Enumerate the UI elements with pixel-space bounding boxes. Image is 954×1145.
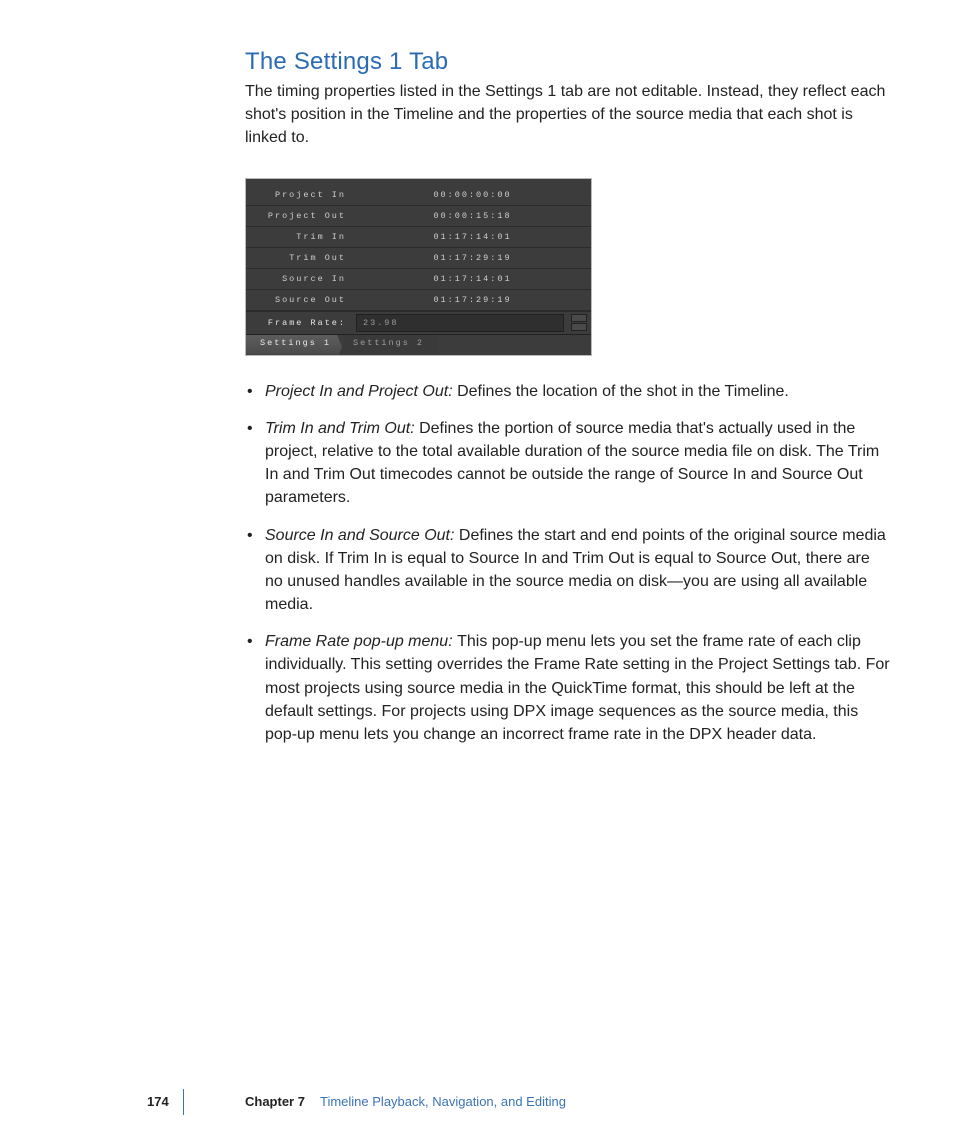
panel-row-value: 01:17:14:01 (354, 274, 591, 284)
panel-row-label: Project Out (246, 211, 354, 221)
panel-row: Project Out 00:00:15:18 (246, 206, 591, 227)
panel-row-label: Source In (246, 274, 354, 284)
panel-row: Project In 00:00:00:00 (246, 185, 591, 206)
panel-row: Source Out 01:17:29:19 (246, 290, 591, 311)
panel-row-value: 00:00:00:00 (354, 190, 591, 200)
frame-rate-label: Frame Rate: (246, 318, 354, 328)
definition-term: Project In and Project Out: (265, 383, 457, 400)
list-item: Project In and Project Out: Defines the … (245, 380, 890, 403)
panel-row: Trim In 01:17:14:01 (246, 227, 591, 248)
panel-row-label: Source Out (246, 295, 354, 305)
panel-row: Source In 01:17:14:01 (246, 269, 591, 290)
chapter-label: Chapter 7 (245, 1094, 305, 1109)
panel-row-value: 01:17:29:19 (354, 295, 591, 305)
tab-settings-1[interactable]: Settings 1 (246, 335, 345, 355)
page-footer: 174 Chapter 7 Timeline Playback, Navigat… (0, 1085, 954, 1109)
definition-term: Trim In and Trim Out: (265, 420, 419, 437)
stepper-up-icon[interactable] (571, 314, 587, 322)
settings-panel-figure: Project In 00:00:00:00 Project Out 00:00… (245, 178, 592, 356)
definition-term: Source In and Source Out: (265, 527, 459, 544)
panel-row-label: Trim Out (246, 253, 354, 263)
list-item: Source In and Source Out: Defines the st… (245, 524, 890, 617)
panel-row-value: 00:00:15:18 (354, 211, 591, 221)
stepper-down-icon[interactable] (571, 323, 587, 331)
definition-list: Project In and Project Out: Defines the … (245, 380, 890, 747)
panel-row-value: 01:17:14:01 (354, 232, 591, 242)
panel-tabs: Settings 1 Settings 2 (246, 334, 591, 355)
settings-panel: Project In 00:00:00:00 Project Out 00:00… (246, 179, 591, 355)
definition-term: Frame Rate pop-up menu: (265, 633, 457, 650)
frame-rate-row: Frame Rate: 23.98 (246, 311, 591, 334)
panel-row: Trim Out 01:17:29:19 (246, 248, 591, 269)
frame-rate-stepper[interactable] (571, 314, 587, 331)
list-item: Trim In and Trim Out: Defines the portio… (245, 417, 890, 510)
section-heading: The Settings 1 Tab (245, 48, 890, 76)
tab-settings-2[interactable]: Settings 2 (339, 335, 438, 355)
footer-separator (183, 1089, 184, 1115)
page-number: 174 (147, 1094, 169, 1109)
definition-desc: Defines the location of the shot in the … (457, 383, 789, 400)
panel-row-label: Trim In (246, 232, 354, 242)
intro-paragraph: The timing properties listed in the Sett… (245, 80, 890, 150)
chapter-title: Timeline Playback, Navigation, and Editi… (320, 1094, 566, 1109)
frame-rate-popup[interactable]: 23.98 (356, 314, 564, 332)
list-item: Frame Rate pop-up menu: This pop-up menu… (245, 630, 890, 746)
panel-row-value: 01:17:29:19 (354, 253, 591, 263)
panel-row-label: Project In (246, 190, 354, 200)
